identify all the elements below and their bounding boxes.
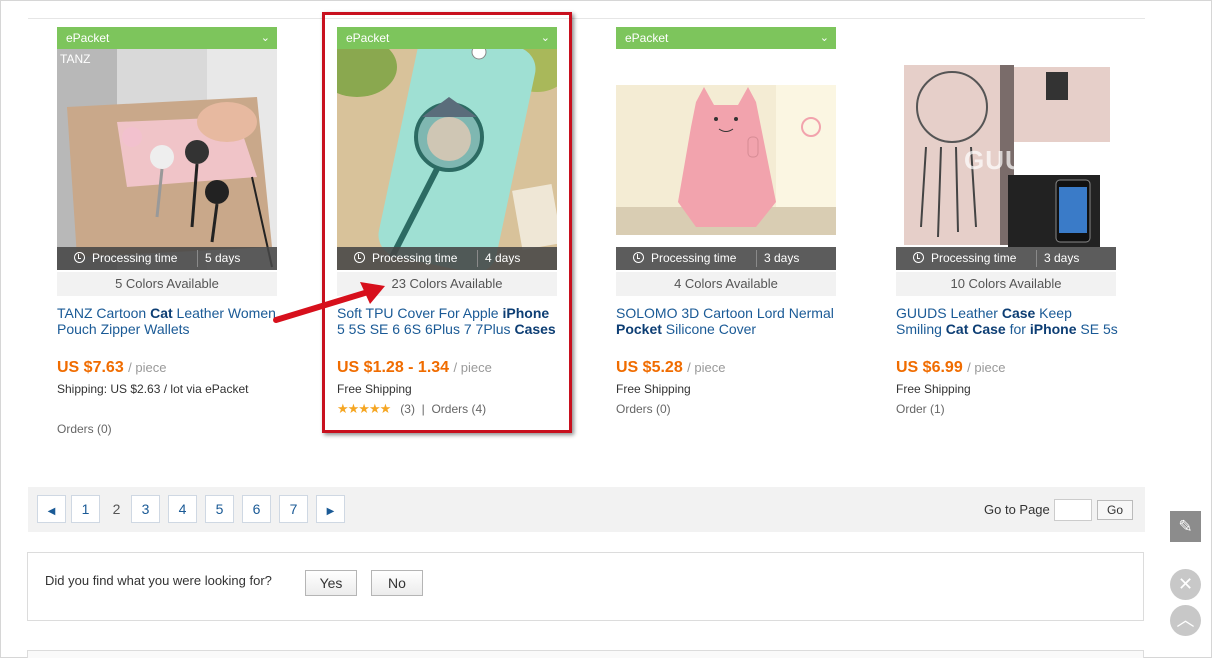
page-4-button[interactable]: 4 — [168, 495, 197, 523]
feedback-question: Did you find what you were looking for? — [45, 573, 272, 588]
chevron-down-icon: ⌄ — [260, 32, 270, 44]
chevron-up-icon[interactable]: ︿ — [1170, 605, 1201, 636]
product-title[interactable]: TANZ Cartoon Cat Leather Women Pouch Zip… — [57, 305, 279, 337]
feedback-box: Did you find what you were looking for? … — [27, 552, 1144, 621]
pencil-icon[interactable]: ✎ — [1170, 511, 1201, 542]
orders-count: Order (1) — [896, 402, 945, 416]
orders-count: Orders (0) — [616, 402, 671, 416]
shipping-info: Free Shipping — [616, 382, 691, 396]
product-price: US $6.99 / piece — [896, 359, 1006, 376]
go-button[interactable]: Go — [1097, 500, 1133, 520]
triangle-right-icon: ▶ — [326, 506, 335, 517]
pagination-bar: ◀ 1 2 3 4 5 6 7 ▶ Go to Page Go — [28, 487, 1145, 532]
product-price: US $5.28 / piece — [616, 359, 726, 376]
yes-button[interactable]: Yes — [305, 570, 357, 596]
product-title[interactable]: GUUDS Leather Case Keep Smiling Cat Case… — [896, 305, 1118, 337]
clock-icon — [74, 252, 85, 263]
close-icon[interactable]: ✕ — [1170, 569, 1201, 600]
epacket-badge[interactable]: ePacket ⌄ — [616, 27, 836, 49]
product-image[interactable] — [616, 27, 836, 270]
page-7-button[interactable]: 7 — [279, 495, 308, 523]
triangle-left-icon: ◀ — [47, 506, 56, 517]
arrow-annotation — [273, 282, 385, 323]
colors-available: 5 Colors Available — [57, 272, 277, 296]
clock-icon — [913, 252, 924, 263]
chevron-down-icon: ⌄ — [819, 32, 829, 44]
page-5-button[interactable]: 5 — [205, 495, 234, 523]
product-title[interactable]: SOLOMO 3D Cartoon Lord Nermal Pocket Sil… — [616, 305, 838, 337]
epacket-badge[interactable]: ePacket ⌄ — [57, 27, 277, 49]
image-brand-text: TANZ — [60, 52, 91, 66]
product-image[interactable]: GUUDS — [896, 27, 1116, 270]
highlight-box — [322, 12, 572, 433]
no-button[interactable]: No — [371, 570, 423, 596]
prev-page-button[interactable]: ◀ — [37, 495, 66, 523]
page-1-button[interactable]: 1 — [71, 495, 100, 523]
image-brand-text: GUUDS — [964, 145, 1063, 175]
shipping-info: Shipping: US $2.63 / lot via ePacket — [57, 382, 249, 396]
current-page: 2 — [112, 501, 121, 517]
product-image[interactable]: TANZ — [57, 27, 277, 270]
product-price: US $7.63 / piece — [57, 359, 167, 376]
processing-time-bar: Processing time 3 days — [896, 247, 1116, 270]
shipping-info: Free Shipping — [896, 382, 971, 396]
next-page-button[interactable]: ▶ — [316, 495, 345, 523]
clock-icon — [633, 252, 644, 263]
top-divider — [28, 18, 1145, 19]
goto-page-input[interactable] — [1054, 499, 1092, 521]
orders-count: Orders (0) — [57, 422, 112, 436]
page-3-button[interactable]: 3 — [131, 495, 160, 523]
goto-page-label: Go to Page — [984, 502, 1050, 517]
processing-time-bar: Processing time 3 days — [616, 247, 836, 270]
processing-time-bar: Processing time 5 days — [57, 247, 277, 270]
colors-available: 10 Colors Available — [896, 272, 1116, 296]
page-6-button[interactable]: 6 — [242, 495, 271, 523]
colors-available: 4 Colors Available — [616, 272, 836, 296]
bottom-panel-edge — [27, 650, 1144, 658]
